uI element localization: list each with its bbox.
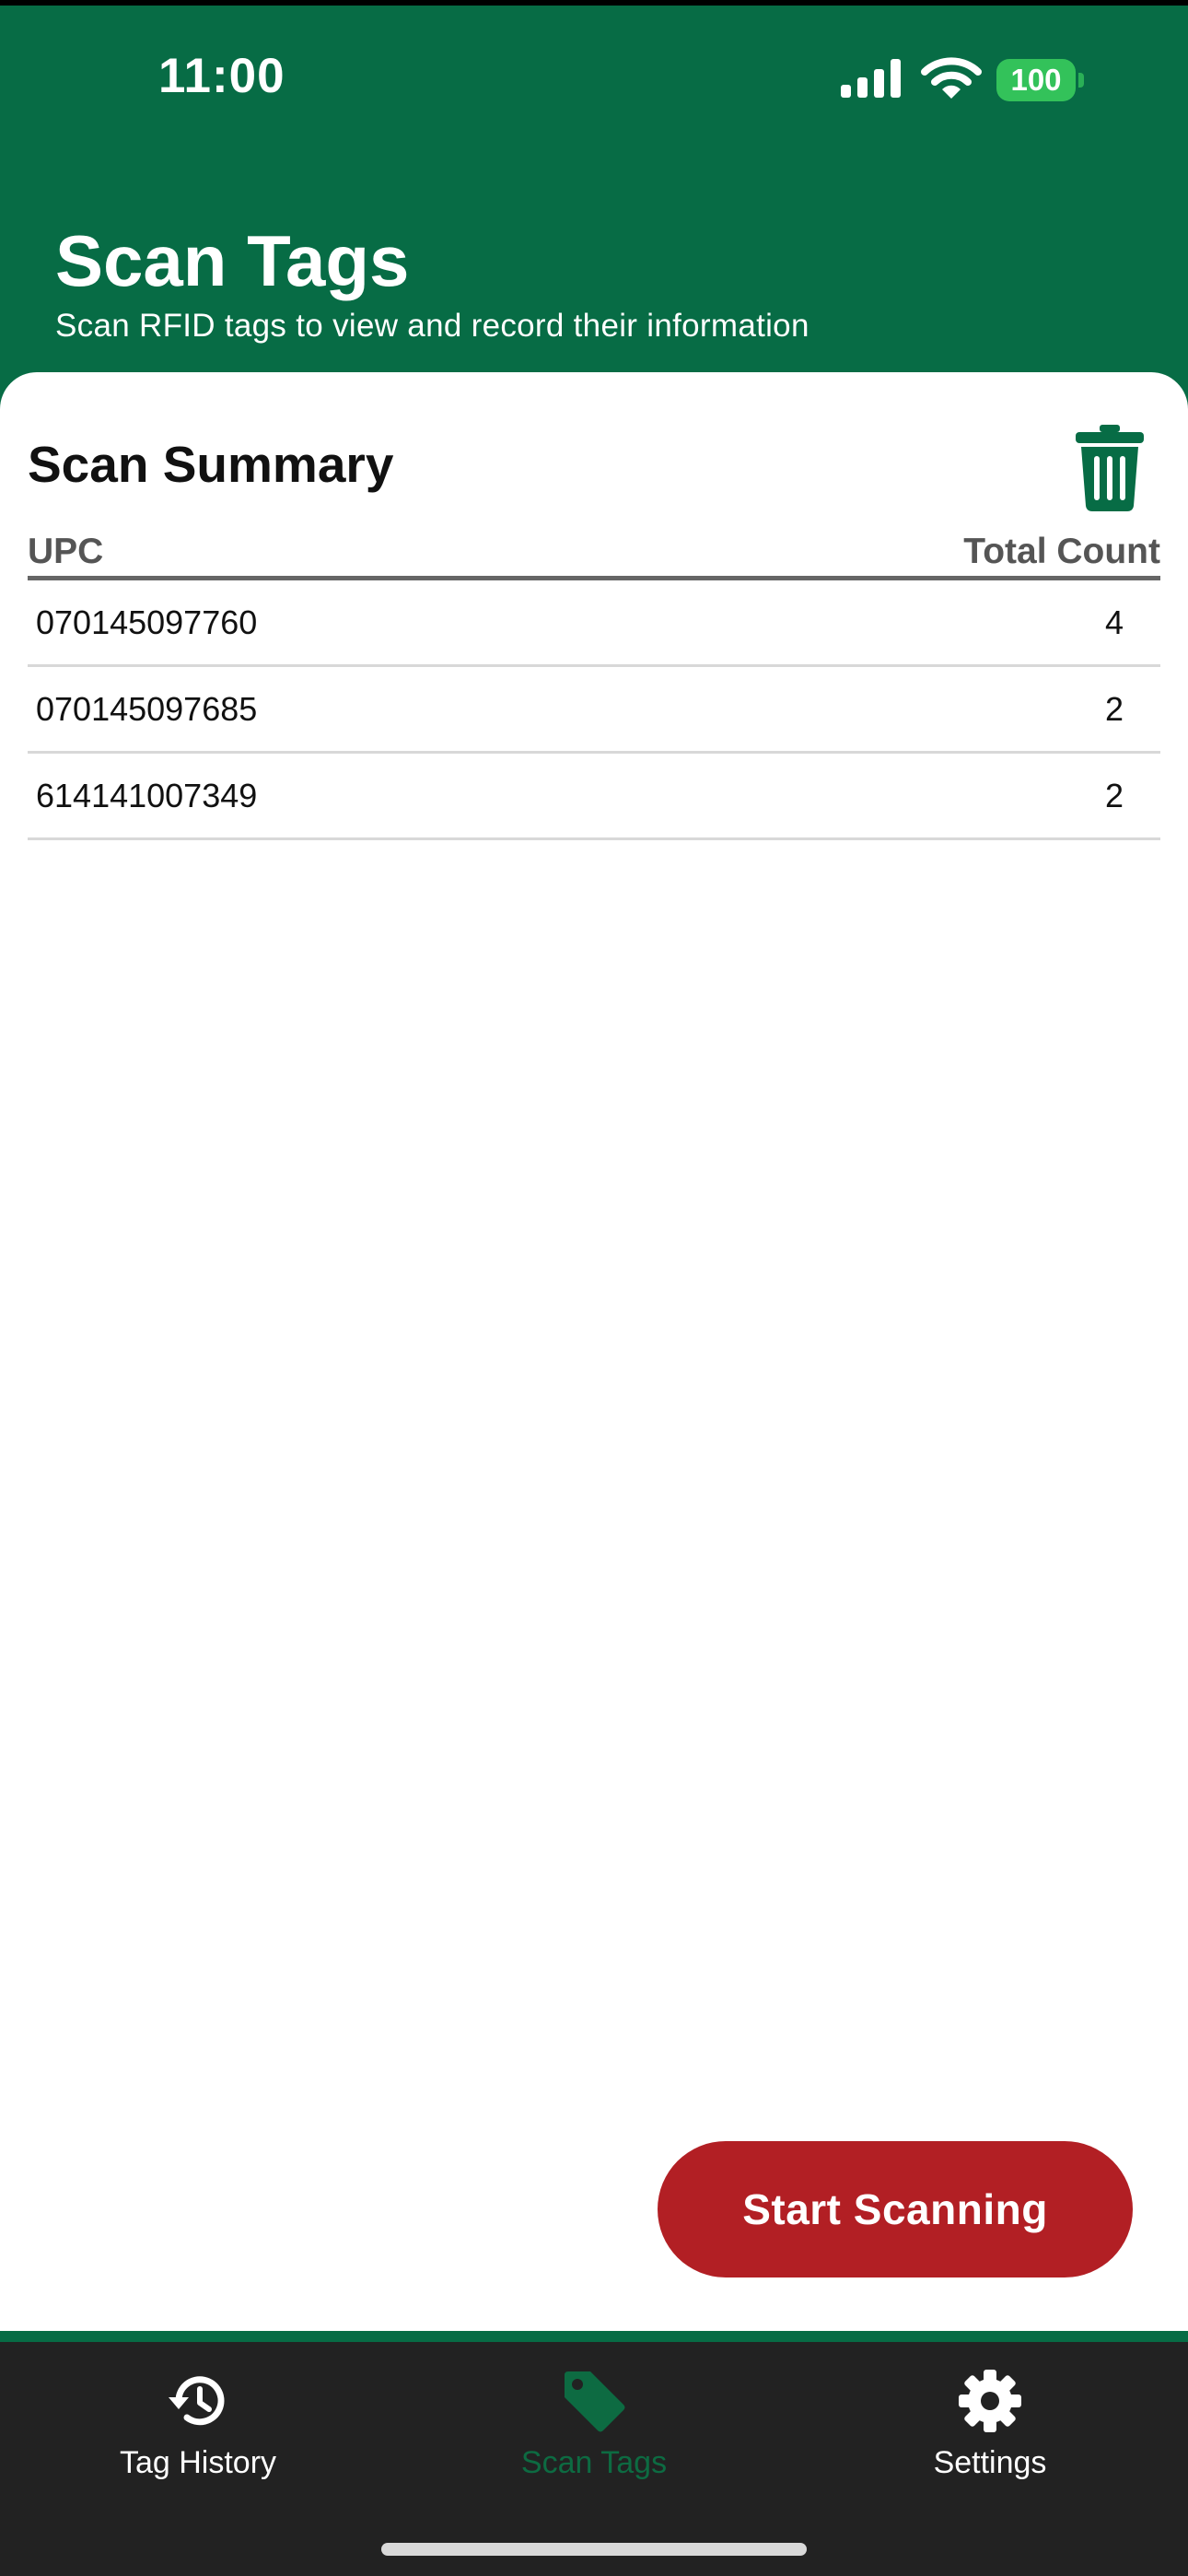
row-upc: 614141007349 (36, 776, 258, 814)
history-icon (169, 2376, 225, 2426)
nav-divider (0, 2331, 1188, 2342)
summary-title: Scan Summary (28, 436, 394, 493)
nav-label-tag-history: Tag History (119, 2445, 277, 2480)
clear-summary-button[interactable] (1068, 420, 1151, 516)
app-screen: 11:00 100 Scan Tags Scan RFID tags to vi… (0, 0, 1188, 2576)
wifi-icon (921, 57, 982, 99)
content-card: Scan Summary UPC Total Count 07014509776… (0, 372, 1188, 2331)
row-count: 2 (1104, 776, 1124, 814)
nav-label-scan-tags: Scan Tags (520, 2445, 668, 2480)
start-scanning-button[interactable]: Start Scanning (658, 2141, 1133, 2277)
row-count: 2 (1104, 689, 1124, 728)
nav-item-scan-tags[interactable]: Scan Tags (396, 2342, 792, 2526)
tag-icon (565, 2371, 625, 2432)
table-header: UPC Total Count (28, 529, 1160, 580)
battery-indicator: 100 (996, 59, 1085, 101)
bottom-nav: Tag History Scan Tags Settings (0, 2342, 1188, 2576)
column-upc: UPC (28, 532, 104, 571)
row-upc: 070145097685 (36, 689, 258, 728)
trash-icon (1076, 425, 1144, 511)
table-row[interactable]: 070145097760 4 (28, 580, 1160, 667)
signal-icon (841, 59, 901, 98)
row-upc: 070145097760 (36, 603, 258, 641)
nav-item-tag-history[interactable]: Tag History (0, 2342, 396, 2526)
nav-item-settings[interactable]: Settings (792, 2342, 1188, 2526)
table-row[interactable]: 614141007349 2 (28, 754, 1160, 840)
row-count: 4 (1104, 603, 1124, 641)
status-time: 11:00 (158, 49, 285, 103)
page-title: Scan Tags (55, 220, 410, 301)
screen-top-edge (0, 0, 1188, 6)
summary-table: UPC Total Count 070145097760 4 070145097… (28, 529, 1160, 840)
gear-icon (959, 2370, 1021, 2432)
page-subtitle: Scan RFID tags to view and record their … (55, 308, 809, 344)
battery-level: 100 (996, 59, 1076, 101)
nav-label-settings: Settings (933, 2445, 1047, 2480)
home-indicator[interactable] (381, 2543, 807, 2556)
battery-tip (1078, 73, 1084, 88)
column-total-count: Total Count (963, 532, 1160, 571)
table-row[interactable]: 070145097685 2 (28, 667, 1160, 754)
